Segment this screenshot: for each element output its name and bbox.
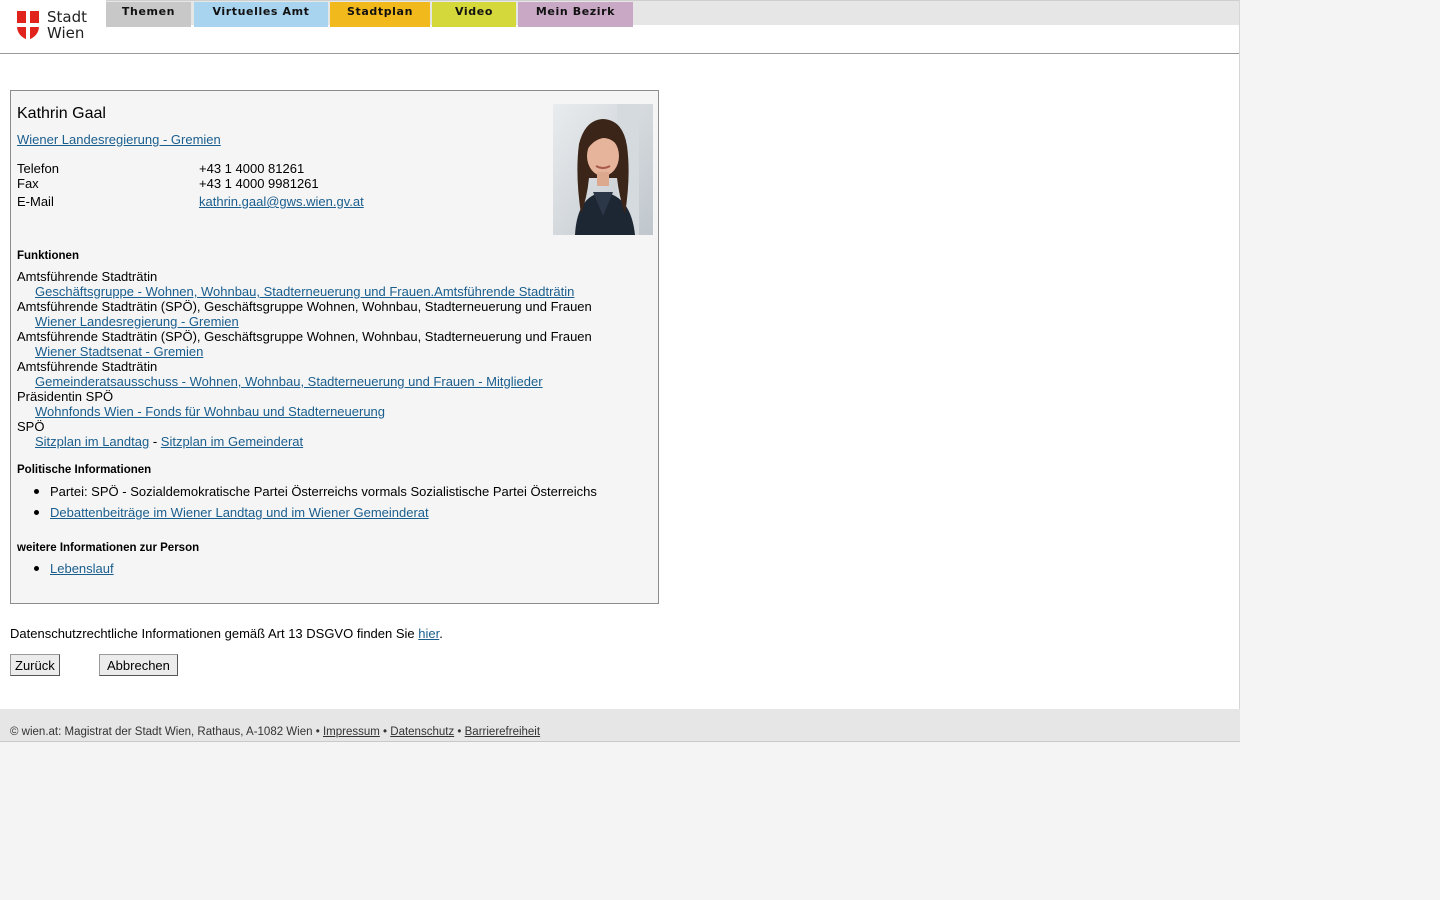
main-navigation: Themen Virtuelles Amt Stadtplan Video Me… — [106, 0, 1239, 27]
site-header: Stadt Wien Themen Virtuelles Amt Stadtpl… — [0, 0, 1239, 54]
back-button[interactable]: Zurück — [10, 654, 60, 676]
page-content: Stadt Wien Themen Virtuelles Amt Stadtpl… — [0, 0, 1240, 709]
footer-copyright: © wien.at: Magistrat der Stadt Wien, Rat… — [10, 726, 313, 738]
privacy-text: Datenschutzrechtliche Informationen gemä… — [10, 626, 415, 641]
footer-separator: • — [383, 726, 388, 738]
functions-heading: Funktionen — [17, 250, 79, 262]
further-info-heading: weitere Informationen zur Person — [17, 542, 200, 554]
logo-line-wien: Wien — [47, 24, 85, 42]
nav-tab-stadtplan[interactable]: Stadtplan — [330, 2, 430, 27]
bullet-icon — [34, 510, 39, 515]
political-heading: Politische Informationen — [17, 464, 152, 476]
bullet-icon — [34, 489, 39, 494]
bullet-icon — [34, 566, 39, 571]
stadt-wien-logo[interactable]: Stadt Wien — [17, 10, 97, 42]
footer-impressum-link[interactable]: Impressum — [323, 726, 380, 738]
footer-separator: • — [315, 726, 320, 738]
function-link[interactable]: Gemeinderatsausschuss - Wohnen, Wohnbau,… — [35, 374, 543, 389]
group-link[interactable]: Wiener Landesregierung - Gremien — [17, 132, 221, 147]
function-role: Amtsführende Stadträtin — [17, 269, 158, 284]
logo-text: Stadt Wien — [47, 10, 87, 41]
function-link[interactable]: Wiener Stadtsenat - Gremien — [35, 344, 203, 359]
function-role: SPÖ — [17, 419, 45, 434]
person-name: Kathrin Gaal — [17, 105, 106, 122]
function-link[interactable]: Wohnfonds Wien - Fonds für Wohnbau und S… — [35, 404, 385, 419]
portrait-image — [553, 104, 653, 235]
footer-separator: • — [457, 726, 462, 738]
sitzplan-separator: - — [152, 434, 158, 449]
site-footer: © wien.at: Magistrat der Stadt Wien, Rat… — [0, 709, 1240, 742]
function-role: Amtsführende Stadträtin — [17, 359, 158, 374]
email-link[interactable]: kathrin.gaal@gws.wien.gv.at — [199, 194, 364, 209]
function-role: Präsidentin SPÖ — [17, 389, 114, 404]
wien-shield-icon — [17, 11, 39, 40]
person-card: Kathrin Gaal Wiener Landesregierung - Gr… — [10, 90, 659, 604]
function-role: Amtsführende Stadträtin (SPÖ), Geschäfts… — [17, 299, 592, 314]
nav-tab-virtuelles-amt[interactable]: Virtuelles Amt — [194, 2, 328, 27]
phone-label: Telefon — [17, 161, 59, 176]
privacy-notice: Datenschutzrechtliche Informationen gemä… — [10, 626, 443, 641]
phone-value: +43 1 4000 81261 — [199, 161, 305, 176]
debates-link[interactable]: Debattenbeiträge im Wiener Landtag und i… — [50, 505, 429, 520]
footer-barrierefreiheit-link[interactable]: Barrierefreiheit — [465, 726, 540, 738]
privacy-end: . — [439, 626, 443, 641]
sitzplan-line: Sitzplan im Landtag - Sitzplan im Gemein… — [35, 434, 303, 449]
cancel-button[interactable]: Abbrechen — [99, 654, 178, 676]
nav-tab-mein-bezirk[interactable]: Mein Bezirk — [518, 2, 633, 27]
nav-tab-video[interactable]: Video — [432, 2, 516, 27]
fax-value: +43 1 4000 9981261 — [199, 176, 319, 191]
function-link[interactable]: Wiener Landesregierung - Gremien — [35, 314, 239, 329]
email-label: E-Mail — [17, 194, 54, 209]
sitzplan-gemeinderat-link[interactable]: Sitzplan im Gemeinderat — [161, 434, 303, 449]
nav-tab-themen[interactable]: Themen — [106, 2, 191, 27]
portrait-photo — [553, 104, 653, 235]
party-info: Partei: SPÖ - Sozialdemokratische Partei… — [50, 484, 597, 499]
function-link[interactable]: Geschäftsgruppe - Wohnen, Wohnbau, Stadt… — [35, 284, 574, 299]
cv-link[interactable]: Lebenslauf — [50, 561, 114, 576]
footer-line: © wien.at: Magistrat der Stadt Wien, Rat… — [10, 726, 540, 738]
footer-datenschutz-link[interactable]: Datenschutz — [390, 726, 454, 738]
sitzplan-landtag-link[interactable]: Sitzplan im Landtag — [35, 434, 149, 449]
function-role: Amtsführende Stadträtin (SPÖ), Geschäfts… — [17, 329, 592, 344]
logo-line-stadt: Stadt — [47, 8, 87, 26]
fax-label: Fax — [17, 176, 39, 191]
privacy-link[interactable]: hier — [418, 626, 439, 641]
